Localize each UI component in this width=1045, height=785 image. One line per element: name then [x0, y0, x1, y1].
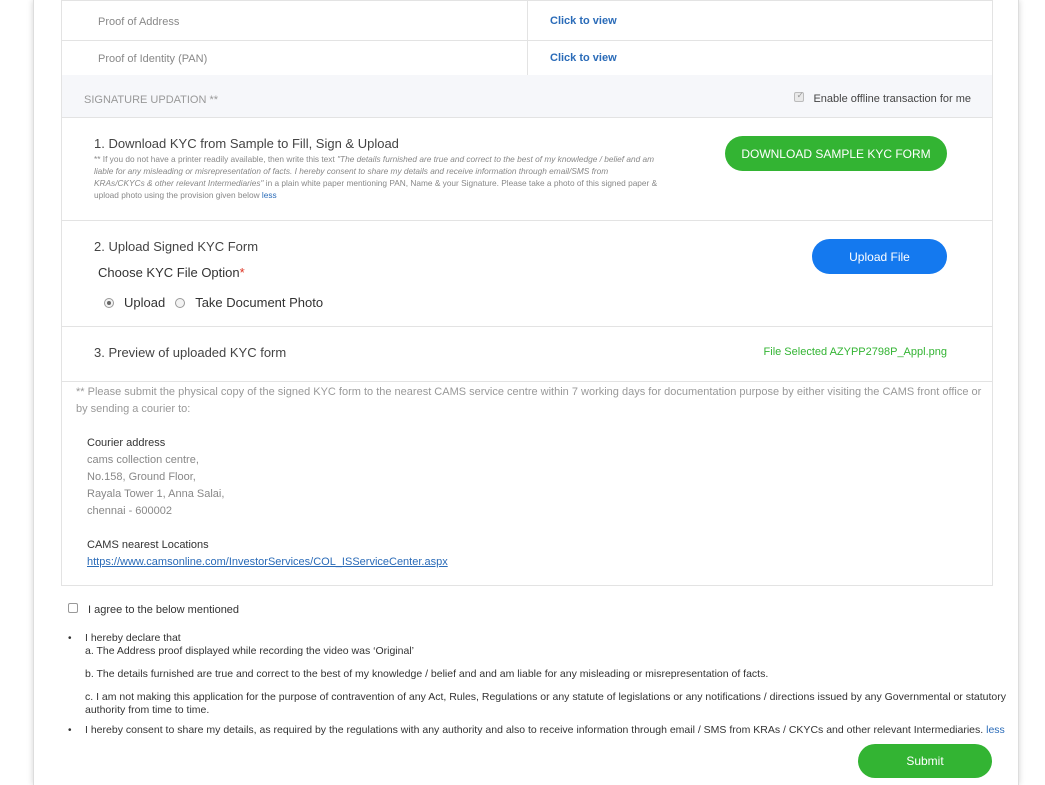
- checkbox-icon[interactable]: [68, 603, 78, 613]
- step-title: 1. Download KYC from Sample to Fill, Sig…: [94, 136, 399, 151]
- courier-heading: Courier address: [87, 437, 166, 449]
- kyc-file-option-label: Choose KYC File Option*: [98, 265, 245, 280]
- table-row: Proof of Identity (PAN) Click to view: [62, 41, 992, 75]
- cams-locations-link[interactable]: https://www.camsonline.com/InvestorServi…: [87, 556, 448, 568]
- address-line: No.158, Ground Floor,: [87, 471, 196, 483]
- agree-label: I agree to the below mentioned: [88, 604, 240, 616]
- bullet-icon: •: [68, 725, 72, 736]
- documents-table: Proof of Address Click to view Proof of …: [61, 0, 993, 76]
- submission-note-box: ** Please submit the physical copy of th…: [61, 381, 993, 586]
- less-link[interactable]: less: [262, 190, 277, 200]
- consent-less-link[interactable]: less: [986, 724, 1005, 736]
- declaration-item: • I hereby declare that a. The Address p…: [68, 632, 1008, 717]
- option-label-text: Choose KYC File Option: [98, 265, 240, 280]
- offline-transaction-checkbox[interactable]: Enable offline transaction for me: [794, 90, 971, 105]
- section-title: SIGNATURE UPDATION **: [84, 94, 219, 106]
- file-selected-status[interactable]: File Selected AZYPP2798P_Appl.png: [764, 346, 947, 358]
- submission-note: ** Please submit the physical copy of th…: [76, 386, 982, 415]
- signature-header: SIGNATURE UPDATION ** Enable offline tra…: [61, 75, 993, 118]
- declare-point: c. I am not making this application for …: [85, 691, 1006, 716]
- kyc-option-radio-group: Upload Take Document Photo: [104, 295, 323, 310]
- consent-statement: I hereby consent to share my details, as…: [85, 724, 984, 736]
- consent-item: • I hereby consent to share my details, …: [68, 724, 1008, 737]
- click-to-view-link[interactable]: Click to view: [528, 41, 992, 75]
- bullet-icon: •: [68, 633, 72, 644]
- courier-address: Courier address cams collection centre, …: [87, 435, 448, 571]
- step-title: 3. Preview of uploaded KYC form: [94, 345, 287, 360]
- agree-checkbox[interactable]: I agree to the below mentioned: [68, 603, 240, 616]
- take-photo-radio-label[interactable]: Take Document Photo: [195, 295, 323, 310]
- take-photo-radio[interactable]: [175, 297, 186, 308]
- download-sample-kyc-button[interactable]: DOWNLOAD SAMPLE KYC FORM: [725, 136, 947, 171]
- declare-point: a. The Address proof displayed while rec…: [85, 645, 414, 657]
- table-row: Proof of Address Click to view: [62, 1, 992, 41]
- document-label: Proof of Identity (PAN): [62, 41, 528, 75]
- step-title: 2. Upload Signed KYC Form: [94, 239, 259, 254]
- locations-heading: CAMS nearest Locations: [87, 539, 209, 551]
- form-page: Proof of Address Click to view Proof of …: [33, 0, 1019, 785]
- step-upload-kyc: 2. Upload Signed KYC Form Choose KYC Fil…: [61, 221, 993, 327]
- address-line: Rayala Tower 1, Anna Salai,: [87, 488, 225, 500]
- checkbox-icon[interactable]: [794, 90, 805, 102]
- printer-note: ** If you do not have a printer readily …: [94, 153, 658, 201]
- step-download-kyc: 1. Download KYC from Sample to Fill, Sig…: [61, 118, 993, 221]
- upload-radio-label[interactable]: Upload: [124, 295, 165, 310]
- submit-button[interactable]: Submit: [858, 744, 992, 778]
- upload-radio[interactable]: [104, 297, 114, 308]
- upload-file-button[interactable]: Upload File: [812, 239, 947, 274]
- declare-intro: I hereby declare that: [85, 632, 181, 644]
- document-label: Proof of Address: [62, 1, 528, 40]
- address-line: cams collection centre,: [87, 454, 199, 466]
- address-line: chennai - 600002: [87, 505, 173, 517]
- consent-text: I hereby consent to share my details, as…: [85, 724, 1008, 737]
- declare-point: b. The details furnished are true and co…: [85, 668, 769, 680]
- note-text: ** If you do not have a printer readily …: [94, 154, 338, 164]
- required-mark: *: [239, 265, 245, 280]
- step-preview-kyc: 3. Preview of uploaded KYC form File Sel…: [61, 327, 993, 382]
- click-to-view-link[interactable]: Click to view: [528, 1, 992, 40]
- offline-label: Enable offline transaction for me: [813, 93, 971, 105]
